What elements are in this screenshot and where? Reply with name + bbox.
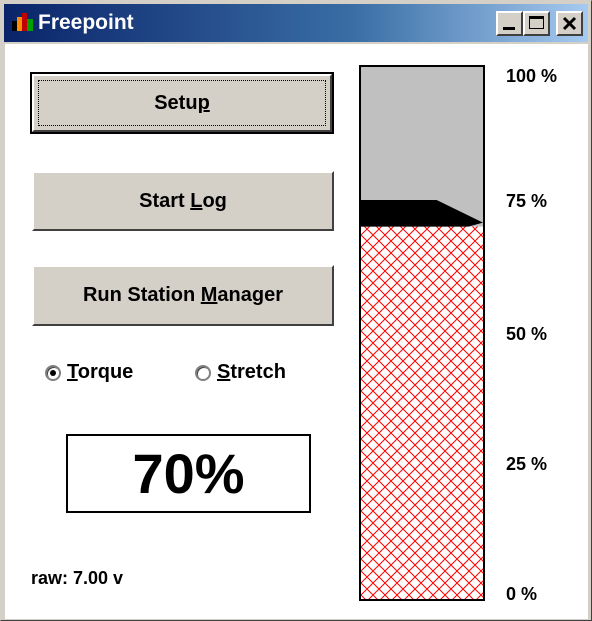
app-window: Freepoint Setup Start Log Run Station Ma… — [0, 0, 592, 621]
tick-label-75: 75 % — [506, 191, 548, 211]
percent-readout: 70% — [66, 434, 311, 513]
tick-label-25: 25 % — [506, 454, 548, 474]
gauge-fill — [361, 226, 483, 599]
start-log-button[interactable]: Start Log — [32, 171, 334, 231]
tick-label-0: 0 % — [506, 584, 538, 604]
torque-radio[interactable]: Torque — [45, 361, 133, 384]
maximize-icon — [529, 16, 544, 29]
run-station-manager-button-label: Run Station Manager — [82, 284, 284, 306]
tick-label-50: 50 % — [506, 324, 548, 344]
minimize-button[interactable] — [496, 11, 523, 36]
gauge-graphic — [361, 200, 483, 599]
close-icon — [562, 16, 577, 31]
radio-selected-icon — [45, 364, 61, 381]
radio-unselected-icon — [195, 364, 211, 381]
tick-label-100: 100 % — [506, 66, 558, 86]
setup-button[interactable]: Setup — [30, 72, 334, 134]
window-title: Freepoint — [38, 11, 134, 34]
gauge-level-marker — [361, 200, 483, 227]
minimize-icon — [503, 27, 515, 30]
stretch-radio[interactable]: Stretch — [195, 361, 286, 384]
stretch-radio-label: Stretch — [217, 361, 286, 383]
title-bar[interactable]: Freepoint — [4, 4, 588, 42]
close-button[interactable] — [556, 11, 583, 36]
torque-radio-label: Torque — [67, 361, 134, 383]
freepoint-app-icon — [12, 13, 33, 31]
raw-voltage-label: raw: 7.00 v — [31, 568, 124, 588]
focus-rectangle — [38, 80, 326, 126]
start-log-button-label: Start Log — [139, 189, 227, 212]
level-gauge — [359, 65, 485, 601]
run-station-manager-button[interactable]: Run Station Manager — [32, 265, 334, 326]
client-area: Setup Start Log Run Station Manager Torq… — [5, 44, 588, 619]
maximize-button[interactable] — [523, 11, 550, 36]
